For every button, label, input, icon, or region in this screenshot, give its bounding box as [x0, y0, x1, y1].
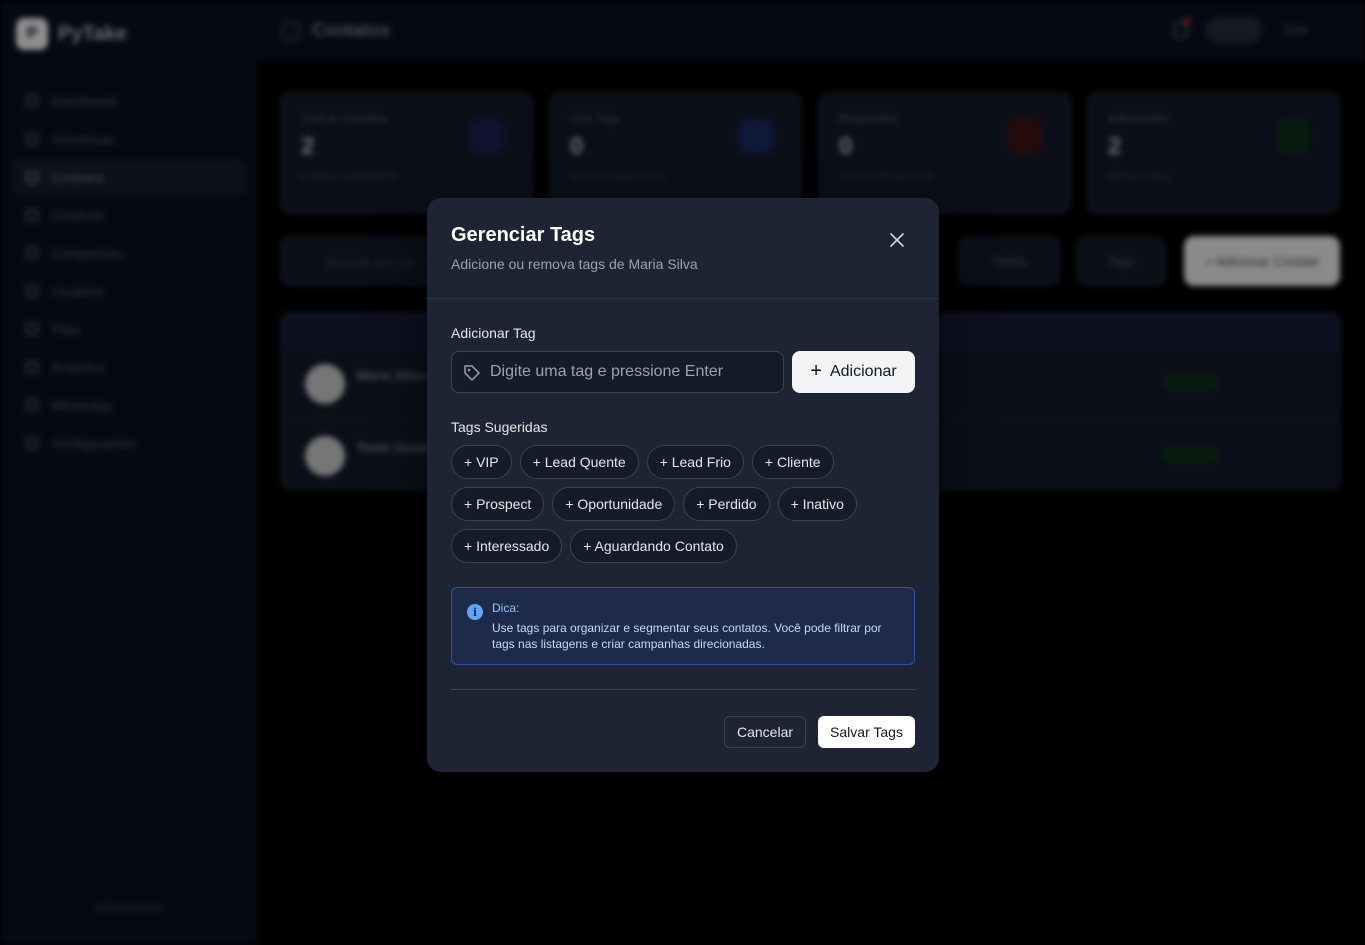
- modal-subtitle: Adicione ou remova tags de Maria Silva: [451, 256, 698, 272]
- suggested-tag-cliente[interactable]: + Cliente: [751, 445, 834, 479]
- suggested-tag-lead-frio[interactable]: + Lead Frio: [646, 445, 744, 479]
- suggested-tag-oportunidade[interactable]: + Oportunidade: [552, 487, 676, 521]
- suggested-tags: + VIP + Lead Quente + Lead Frio + Client…: [451, 445, 921, 571]
- suggested-tag-aguardando-contato[interactable]: + Aguardando Contato: [570, 529, 737, 563]
- tip-title: Dica:: [492, 601, 520, 615]
- plus-icon: +: [810, 360, 822, 382]
- info-icon: i: [467, 604, 483, 620]
- modal-title: Gerenciar Tags: [451, 224, 596, 246]
- suggested-tag-vip[interactable]: + VIP: [451, 445, 512, 479]
- tip-text: Use tags para organizar e segmentar seus…: [492, 621, 882, 651]
- suggested-tag-perdido[interactable]: + Perdido: [683, 487, 770, 521]
- suggested-tag-interessado[interactable]: + Interessado: [451, 529, 563, 563]
- add-tag-label: Adicionar Tag: [451, 325, 536, 341]
- manage-tags-modal: Gerenciar Tags Adicione ou remova tags d…: [427, 198, 939, 772]
- chip-row: + Prospect + Oportunidade + Perdido + In…: [451, 487, 921, 521]
- suggested-tag-inativo[interactable]: + Inativo: [777, 487, 857, 521]
- add-tag-button[interactable]: + Adicionar: [792, 351, 915, 393]
- tag-icon: [464, 365, 480, 381]
- close-icon: [890, 233, 904, 247]
- save-tags-button[interactable]: Salvar Tags: [818, 716, 915, 748]
- cancel-button[interactable]: Cancelar: [724, 716, 806, 748]
- chip-row: + Interessado + Aguardando Contato: [451, 529, 921, 563]
- close-button[interactable]: [883, 226, 911, 254]
- divider: [427, 298, 939, 299]
- suggested-tag-prospect[interactable]: + Prospect: [451, 487, 545, 521]
- tip-box: i Dica: Use tags para organizar e segmen…: [451, 587, 915, 665]
- suggested-tag-lead-quente[interactable]: + Lead Quente: [519, 445, 639, 479]
- chip-row: + VIP + Lead Quente + Lead Frio + Client…: [451, 445, 921, 479]
- tag-input-wrapper: [451, 351, 784, 393]
- suggested-tags-label: Tags Sugeridas: [451, 419, 548, 435]
- tag-input[interactable]: [490, 352, 780, 392]
- divider: [451, 689, 915, 690]
